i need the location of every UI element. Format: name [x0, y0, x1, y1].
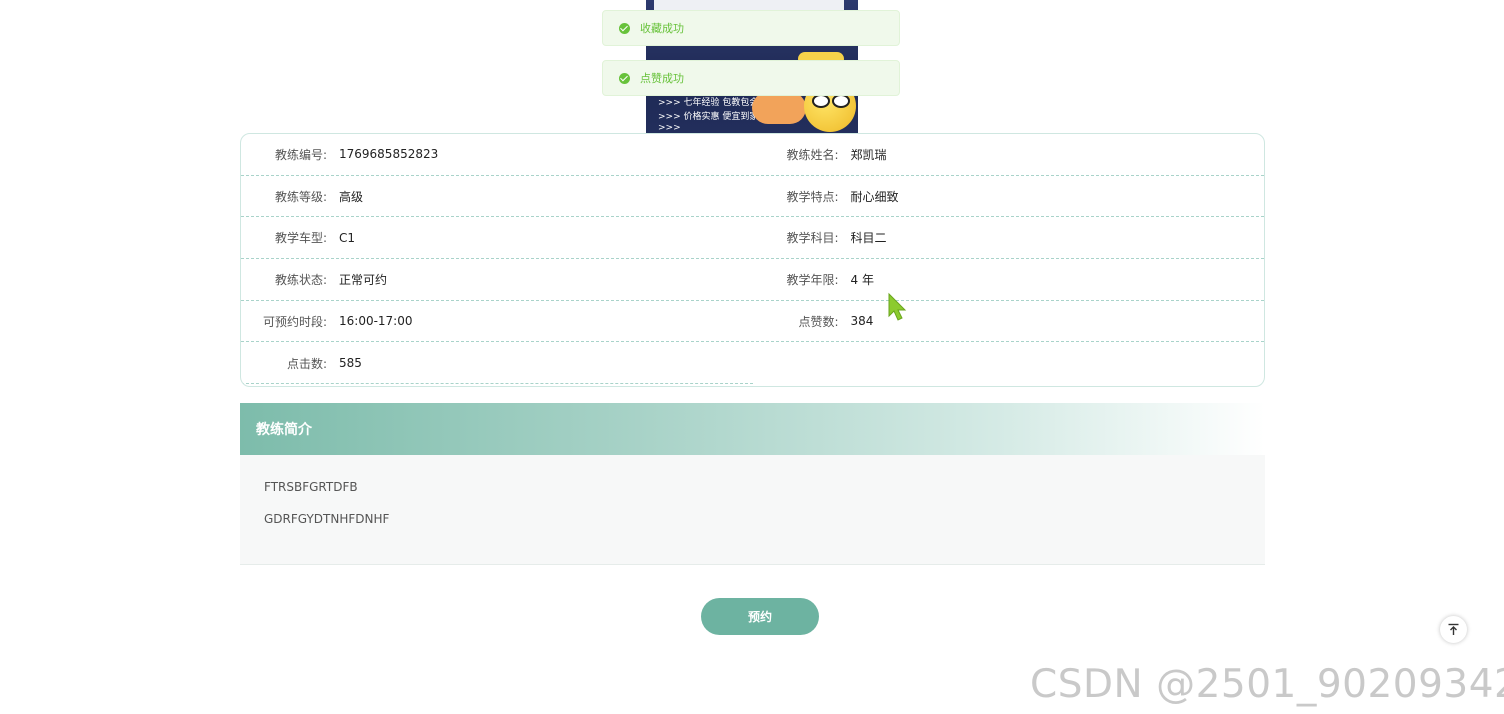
- detail-coach-status: 教练状态: 正常可约: [241, 259, 753, 300]
- detail-row: 教练编号: 1769685852823 教练姓名: 郑凯瑞: [241, 134, 1264, 176]
- cover-slogan-3: >>>: [658, 123, 681, 133]
- detail-label: 点击数:: [286, 356, 327, 371]
- detail-label: 教学科目:: [786, 231, 839, 246]
- detail-value: 1769685852823: [339, 147, 439, 162]
- cover-slogan-2: >>> 价格实惠 便宜到家: [658, 112, 759, 122]
- detail-label: 教练编号:: [274, 147, 327, 162]
- detail-label: 教学车型:: [274, 231, 327, 246]
- detail-row: 可预约时段: 16:00-17:00 点赞数: 384: [241, 301, 1264, 343]
- toast-message: 收藏成功: [640, 22, 684, 35]
- mouse-cursor-icon: [888, 292, 907, 321]
- success-check-icon: [619, 72, 630, 84]
- toast-message: 点赞成功: [640, 72, 684, 85]
- intro-content: FTRSBFGRTDFB GDRFGYDTNHFDNHF: [240, 455, 1265, 565]
- detail-coach-level: 教练等级: 高级: [241, 176, 753, 217]
- detail-value: 585: [339, 356, 362, 371]
- intro-paragraph: GDRFGYDTNHFDNHF: [264, 512, 390, 526]
- detail-label: 教学特点:: [786, 189, 839, 204]
- intro-title: 教练简介: [256, 422, 312, 438]
- detail-label: 可预约时段:: [262, 314, 327, 329]
- detail-teaching-years: 教学年限: 4 年: [753, 259, 1265, 300]
- detail-value: 384: [850, 314, 874, 329]
- detail-label: 教学年限:: [786, 272, 839, 287]
- detail-coach-name: 教练姓名: 郑凯瑞: [753, 134, 1265, 175]
- intro-paragraph: FTRSBFGRTDFB: [264, 480, 358, 494]
- detail-value: C1: [339, 230, 356, 245]
- watermark-text: CSDN @2501_90209342: [1030, 662, 1504, 707]
- cover-slogan-1: >>> 七年经验 包教包会: [658, 98, 759, 108]
- detail-label: 教练姓名:: [786, 147, 839, 162]
- detail-subject: 教学科目: 科目二: [753, 217, 1265, 258]
- emoji-eye-right: [832, 94, 850, 108]
- detail-teaching-feature: 教学特点: 耐心细致: [753, 176, 1265, 217]
- detail-available-slot: 可预约时段: 16:00-17:00: [241, 301, 753, 342]
- detail-row: 点击数: 585: [241, 342, 1264, 384]
- detail-coach-id: 教练编号: 1769685852823: [241, 134, 753, 175]
- detail-row: 教学车型: C1 教学科目: 科目二: [241, 217, 1265, 260]
- book-button[interactable]: 预约: [701, 598, 819, 635]
- detail-vehicle-type: 教学车型: C1: [241, 217, 753, 258]
- detail-like-count: 点赞数: 384: [753, 301, 1265, 342]
- detail-value: 正常可约: [339, 272, 388, 287]
- detail-value: 科目二: [850, 231, 887, 246]
- detail-label: 点赞数:: [798, 314, 839, 329]
- detail-label: 教练状态:: [274, 272, 327, 287]
- detail-click-count: 点击数: 585: [241, 342, 753, 384]
- toast-favorite-success: 收藏成功: [602, 10, 900, 46]
- back-to-top-button[interactable]: [1440, 616, 1467, 643]
- emoji-eye-left: [812, 94, 830, 108]
- intro-header: 教练简介: [240, 403, 1265, 455]
- coach-detail-page: >>> 七年经验 包教包会 >>> 价格实惠 便宜到家 >>> 收藏成功 点赞成…: [0, 0, 1504, 714]
- detail-empty-cell: [753, 342, 1265, 384]
- coach-detail-table: 教练编号: 1769685852823 教练姓名: 郑凯瑞 教练等级: 高级 教…: [240, 133, 1265, 387]
- detail-value: 郑凯瑞: [850, 147, 887, 162]
- success-check-icon: [619, 22, 630, 34]
- detail-row: 教练状态: 正常可约 教学年限: 4 年: [241, 259, 1264, 301]
- detail-value: 耐心细致: [850, 189, 899, 204]
- detail-value: 高级: [339, 189, 364, 204]
- detail-row: 教练等级: 高级 教学特点: 耐心细致: [241, 176, 1264, 218]
- cover-hand-graphic: [752, 92, 806, 124]
- detail-value: 16:00-17:00: [339, 314, 413, 329]
- detail-label: 教练等级:: [274, 189, 327, 204]
- arrow-up-icon: [1448, 623, 1459, 635]
- toast-like-success: 点赞成功: [602, 60, 900, 96]
- detail-value: 4 年: [850, 272, 874, 287]
